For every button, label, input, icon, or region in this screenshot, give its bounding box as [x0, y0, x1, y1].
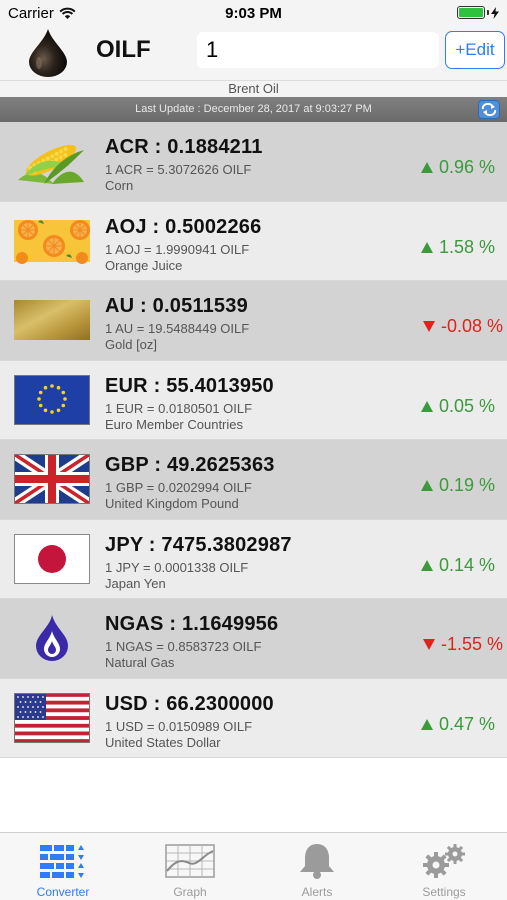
- rate-conversion: 1 ACR = 5.3072626 OILF: [105, 162, 252, 177]
- currency-name: Corn: [105, 178, 134, 193]
- change-value: 1.58 %: [438, 236, 495, 257]
- change-badge: -1.55 %: [422, 634, 503, 655]
- change-value: 0.19 %: [438, 475, 495, 495]
- change-badge: 1.58 %: [420, 236, 495, 258]
- bell-icon: [300, 844, 334, 879]
- arrow-up-icon: [420, 400, 433, 412]
- gold-bar-icon: [14, 300, 90, 340]
- gas-flame-icon: [36, 615, 68, 661]
- change-badge: 0.47 %: [420, 713, 495, 735]
- tab-label: Graph: [173, 885, 207, 899]
- tab-bar: Converter Graph Alerts Settings: [0, 832, 507, 900]
- currency-row-au[interactable]: AU : 0.0511539 1 AU = 19.5488449 OILF Go…: [0, 281, 507, 361]
- status-bar: Carrier 9:03 PM: [0, 0, 507, 26]
- change-badge: -0.08 %: [422, 316, 503, 337]
- change-badge: 0.05 %: [420, 395, 495, 417]
- last-update-bar: Last Update : December 28, 2017 at 9:03:…: [0, 97, 507, 122]
- refresh-button[interactable]: [478, 100, 500, 119]
- amount-input[interactable]: [197, 32, 439, 68]
- rate-value: ACR : 0.1884211: [105, 136, 263, 158]
- currency-name: Orange Juice: [105, 257, 183, 273]
- arrow-up-icon: [420, 559, 433, 571]
- orange-icon: [14, 219, 90, 264]
- currency-row-usd[interactable]: USD : 66.2300000 1 USD = 0.0150989 OILF …: [0, 678, 507, 758]
- change-value: -0.08 %: [440, 316, 503, 336]
- edit-button[interactable]: +Edit: [445, 31, 505, 69]
- arrow-up-icon: [420, 480, 433, 491]
- us-flag-icon: [14, 692, 90, 743]
- rate-conversion: 1 AOJ = 1.9990941 OILF: [105, 241, 250, 257]
- change-value: -1.55 %: [440, 634, 503, 654]
- change-value: 0.14 %: [438, 554, 495, 575]
- arrow-up-icon: [420, 241, 433, 253]
- tab-label: Alerts: [301, 885, 333, 899]
- graph-icon: [165, 844, 215, 878]
- clock: 9:03 PM: [225, 5, 282, 22]
- currency-name: Japan Yen: [105, 575, 166, 591]
- tab-converter[interactable]: Converter: [0, 833, 126, 900]
- tab-graph[interactable]: Graph: [127, 833, 253, 900]
- currency-row-jpy[interactable]: JPY : 7475.3802987 1 JPY = 0.0001338 OIL…: [0, 519, 507, 599]
- currency-row-eur[interactable]: EUR : 55.4013950 1 EUR = 0.0180501 OILF …: [0, 360, 507, 440]
- rate-conversion: 1 USD = 0.0150989 OILF: [105, 718, 253, 734]
- uk-flag-icon: [14, 454, 90, 504]
- rate-conversion: 1 NGAS = 0.8583723 OILF: [105, 639, 262, 654]
- rate-value: AOJ : 0.5002266: [105, 215, 262, 238]
- currency-name: United States Dollar: [105, 734, 221, 750]
- corn-icon: [18, 144, 84, 184]
- tab-label: Converter: [36, 885, 90, 899]
- currency-name: Euro Member Countries: [105, 416, 243, 432]
- gear-icon: [423, 844, 465, 878]
- oil-drop-icon[interactable]: [24, 28, 72, 78]
- arrow-up-icon: [420, 162, 433, 173]
- change-value: 0.96 %: [438, 157, 495, 177]
- rate-value: USD : 66.2300000: [105, 692, 274, 715]
- currency-row-ngas[interactable]: NGAS : 1.1649956 1 NGAS = 0.8583723 OILF…: [0, 599, 507, 679]
- charging-bolt-icon: [491, 6, 499, 19]
- currency-name: Natural Gas: [105, 655, 175, 670]
- change-badge: 0.96 %: [420, 157, 495, 178]
- rate-conversion: 1 GBP = 0.0202994 OILF: [105, 480, 252, 495]
- converter-icon: [40, 845, 84, 878]
- currency-list: ACR : 0.1884211 1 ACR = 5.3072626 OILF C…: [0, 122, 507, 758]
- currency-name: Gold [oz]: [105, 337, 158, 352]
- rate-conversion: 1 AU = 19.5488449 OILF: [105, 321, 250, 336]
- base-currency-name: Brent Oil: [0, 80, 507, 97]
- currency-name: United Kingdom Pound: [105, 496, 239, 511]
- converter-header: OILF +Edit: [0, 26, 507, 80]
- arrow-down-icon: [422, 639, 435, 650]
- rate-value: JPY : 7475.3802987: [105, 533, 292, 556]
- change-value: 0.47 %: [438, 713, 495, 734]
- battery-icon: [457, 6, 499, 19]
- currency-row-acr[interactable]: ACR : 0.1884211 1 ACR = 5.3072626 OILF C…: [0, 122, 507, 202]
- arrow-down-icon: [422, 321, 435, 332]
- currency-row-gbp[interactable]: GBP : 49.2625363 1 GBP = 0.0202994 OILF …: [0, 440, 507, 520]
- rate-value: EUR : 55.4013950: [105, 374, 274, 397]
- refresh-icon: [481, 103, 497, 116]
- rate-value: NGAS : 1.1649956: [105, 613, 279, 635]
- tab-alerts[interactable]: Alerts: [254, 833, 380, 900]
- change-badge: 0.19 %: [420, 475, 495, 496]
- rate-conversion: 1 EUR = 0.0180501 OILF: [105, 400, 253, 416]
- base-currency-code[interactable]: OILF: [96, 36, 151, 64]
- rate-value: GBP : 49.2625363: [105, 454, 275, 476]
- change-value: 0.05 %: [438, 395, 495, 416]
- japan-flag-icon: [14, 533, 90, 584]
- eu-flag-icon: [14, 374, 90, 425]
- arrow-up-icon: [420, 718, 433, 730]
- last-update-text: Last Update : December 28, 2017 at 9:03:…: [135, 103, 372, 115]
- currency-row-aoj[interactable]: AOJ : 0.5002266 1 AOJ = 1.9990941 OILF O…: [0, 201, 507, 281]
- change-badge: 0.14 %: [420, 554, 495, 576]
- tab-label: Settings: [422, 885, 466, 899]
- rate-value: AU : 0.0511539: [105, 295, 248, 317]
- tab-settings[interactable]: Settings: [381, 833, 507, 900]
- rate-conversion: 1 JPY = 0.0001338 OILF: [105, 559, 249, 575]
